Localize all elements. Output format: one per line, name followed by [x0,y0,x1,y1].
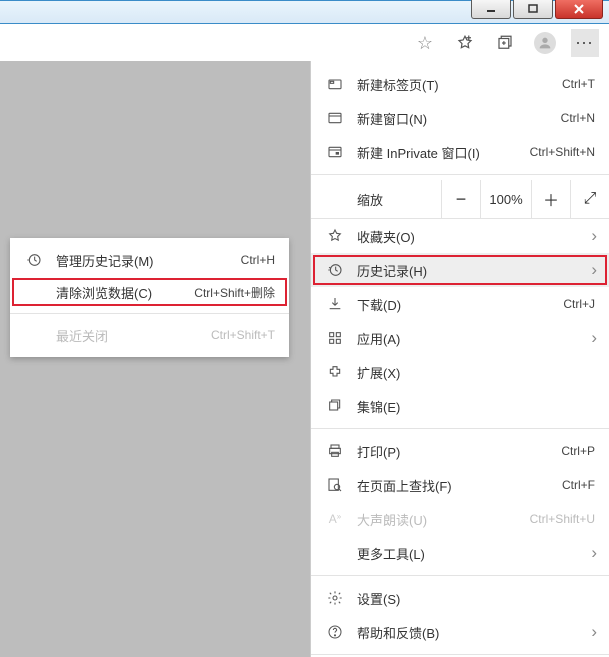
menu-print[interactable]: 打印(P) Ctrl+P [311,434,609,468]
menu-item-label: 最近关闭 [56,326,211,345]
menu-item-shortcut: Ctrl+T [562,77,595,91]
read-aloud-icon: A» [325,512,345,526]
menu-item-label: 更多工具(L) [357,544,595,563]
menu-history[interactable]: 历史记录(H) › [311,253,609,287]
menu-new-inprivate[interactable]: 新建 InPrivate 窗口(I) Ctrl+Shift+N [311,135,609,169]
menu-item-label: 集锦(E) [357,397,595,416]
menu-more-tools[interactable]: 更多工具(L) › [311,536,609,570]
find-icon [325,477,345,493]
app-window: ☆ ⋯ 新建标签页(T) Ctrl+T 新建窗口(N) Ctrl+N 新建 In… [0,0,609,657]
menu-separator [311,654,609,655]
menu-item-label: 管理历史记录(M) [56,251,241,270]
minimize-button[interactable] [471,0,511,19]
menu-favorites[interactable]: 收藏夹(O) › [311,219,609,253]
inprivate-icon [325,144,345,160]
submenu-clear-data[interactable]: 清除浏览数据(C) Ctrl+Shift+删除 [10,276,289,308]
more-button[interactable]: ⋯ [571,29,599,57]
tab-icon [325,76,345,92]
menu-item-label: 新建 InPrivate 窗口(I) [357,143,530,162]
menu-separator [311,174,609,175]
window-icon [325,110,345,126]
browser-toolbar: ☆ ⋯ [0,24,609,63]
menu-item-shortcut: Ctrl+Shift+N [530,145,595,159]
menu-separator [311,428,609,429]
chevron-right-icon: › [591,328,597,348]
menu-settings[interactable]: 设置(S) [311,581,609,615]
zoom-in-button[interactable]: ＋ [531,180,570,218]
menu-help[interactable]: 帮助和反馈(B) › [311,615,609,649]
collections-icon [325,398,345,414]
menu-item-shortcut: Ctrl+H [241,253,275,267]
menu-apps[interactable]: 应用(A) › [311,321,609,355]
menu-item-label: 新建标签页(T) [357,75,562,94]
menu-item-shortcut: Ctrl+Shift+T [211,328,275,342]
apps-icon [325,330,345,346]
menu-item-label: 设置(S) [357,589,595,608]
menu-item-label: 下载(D) [357,295,563,314]
menu-item-label: 在页面上查找(F) [357,476,562,495]
menu-separator [311,575,609,576]
profile-avatar[interactable] [531,29,559,57]
overflow-menu: 新建标签页(T) Ctrl+T 新建窗口(N) Ctrl+N 新建 InPriv… [310,61,609,657]
menu-item-label: 帮助和反馈(B) [357,623,595,642]
window-controls [471,0,603,19]
menu-item-label: 扩展(X) [357,363,595,382]
menu-item-label: 收藏夹(O) [357,227,595,246]
zoom-label: 缩放 [357,190,441,209]
menu-item-shortcut: Ctrl+J [563,297,595,311]
history-submenu: 管理历史记录(M) Ctrl+H 清除浏览数据(C) Ctrl+Shift+删除… [10,238,289,357]
menu-item-label: 应用(A) [357,329,595,348]
menu-zoom-row: 缩放 − 100% ＋ ⤢ [311,180,609,219]
gear-icon [325,590,345,606]
help-icon [325,624,345,640]
menu-separator [10,313,289,314]
menu-item-label: 历史记录(H) [357,261,595,280]
chevron-right-icon: › [591,543,597,563]
collections-icon[interactable] [491,29,519,57]
menu-downloads[interactable]: 下载(D) Ctrl+J [311,287,609,321]
menu-item-shortcut: Ctrl+N [561,111,595,125]
submenu-manage-history[interactable]: 管理历史记录(M) Ctrl+H [10,244,289,276]
download-icon [325,296,345,312]
menu-item-shortcut: Ctrl+P [561,444,595,458]
chevron-right-icon: › [591,260,597,280]
zoom-percent: 100% [480,180,531,218]
zoom-out-button[interactable]: − [441,180,480,218]
menu-item-shortcut: Ctrl+Shift+删除 [194,284,275,301]
menu-extensions[interactable]: 扩展(X) [311,355,609,389]
chevron-right-icon: › [591,622,597,642]
print-icon [325,443,345,459]
menu-item-label: 大声朗读(U) [357,510,530,529]
chevron-right-icon: › [591,226,597,246]
history-icon [325,262,345,278]
menu-item-label: 新建窗口(N) [357,109,561,128]
menu-new-tab[interactable]: 新建标签页(T) Ctrl+T [311,67,609,101]
menu-read-aloud: A» 大声朗读(U) Ctrl+Shift+U [311,502,609,536]
menu-item-label: 打印(P) [357,442,561,461]
submenu-recent-closed: 最近关闭 Ctrl+Shift+T [10,319,289,351]
history-icon [24,252,44,268]
menu-find[interactable]: 在页面上查找(F) Ctrl+F [311,468,609,502]
menu-collections[interactable]: 集锦(E) [311,389,609,423]
fullscreen-button[interactable]: ⤢ [570,180,609,218]
extensions-icon [325,364,345,380]
star-icon [325,228,345,244]
menu-item-shortcut: Ctrl+Shift+U [530,512,595,526]
menu-new-window[interactable]: 新建窗口(N) Ctrl+N [311,101,609,135]
menu-item-label: 清除浏览数据(C) [56,283,194,302]
favorites-add-icon[interactable] [451,29,479,57]
menu-item-shortcut: Ctrl+F [562,478,595,492]
close-button[interactable] [555,0,603,19]
maximize-button[interactable] [513,0,553,19]
favorite-star-icon[interactable]: ☆ [411,29,439,57]
